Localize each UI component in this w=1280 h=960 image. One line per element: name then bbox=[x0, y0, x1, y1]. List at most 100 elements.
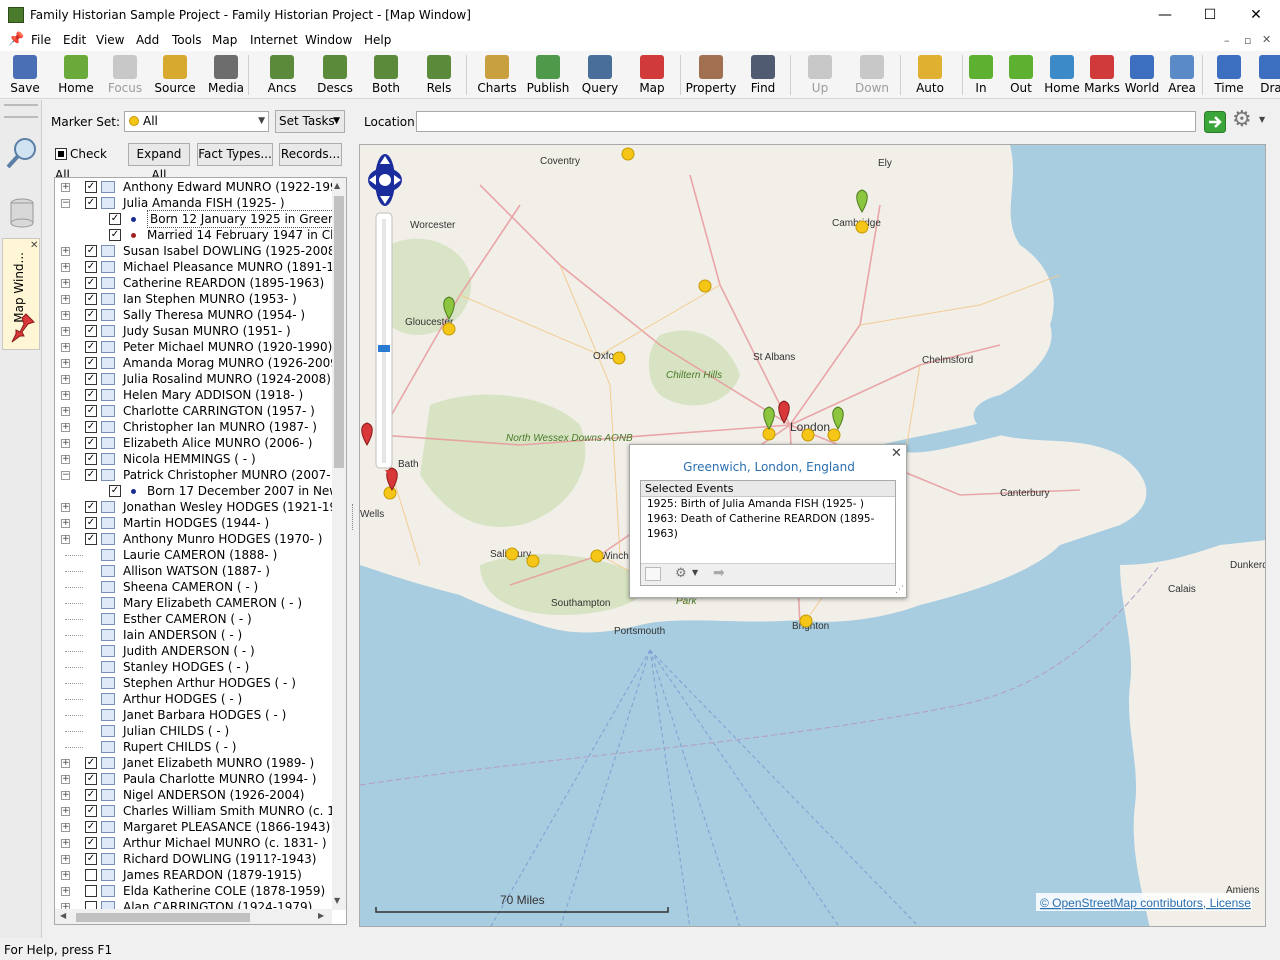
search-panel-icon[interactable] bbox=[5, 136, 39, 170]
popup-close-icon[interactable]: ✕ bbox=[891, 446, 902, 461]
database-icon[interactable] bbox=[9, 198, 35, 228]
event-marker[interactable] bbox=[505, 547, 519, 561]
attribution-link[interactable]: © OpenStreetMap contributors, License bbox=[1040, 896, 1251, 910]
toolbar-descs-button[interactable]: Descs bbox=[312, 53, 358, 97]
tree-record-row[interactable]: + ✓ Paula Charlotte MUNRO (1994- ) bbox=[55, 771, 331, 787]
toolbar-source-button[interactable]: Source bbox=[154, 53, 196, 97]
tree-record-row[interactable]: Mary Elizabeth CAMERON ( - ) bbox=[55, 595, 331, 611]
tree-scroll-thumb[interactable] bbox=[334, 196, 344, 468]
event-marker[interactable] bbox=[383, 486, 397, 500]
expand-icon[interactable]: + bbox=[61, 823, 70, 832]
gear-icon[interactable]: ⚙ bbox=[675, 566, 687, 581]
tree-record-row[interactable]: + ✓ Margaret PLEASANCE (1866-1943) bbox=[55, 819, 331, 835]
toolbar-both-button[interactable]: Both bbox=[365, 53, 407, 97]
record-checkbox[interactable]: ✓ bbox=[85, 373, 97, 385]
go-arrow-icon[interactable] bbox=[1204, 111, 1226, 133]
toolbar-up-button[interactable]: Up bbox=[800, 53, 840, 97]
collapse-icon[interactable]: − bbox=[61, 199, 70, 208]
event-marker[interactable] bbox=[801, 428, 815, 442]
tree-record-row[interactable]: Sheena CAMERON ( - ) bbox=[55, 579, 331, 595]
expand-icon[interactable]: + bbox=[61, 439, 70, 448]
tree-record-row[interactable]: + ✓ Judy Susan MUNRO (1951- ) bbox=[55, 323, 331, 339]
record-checkbox[interactable]: ✓ bbox=[85, 757, 97, 769]
toolbar-save-button[interactable]: Save bbox=[6, 53, 44, 97]
check-all-control[interactable]: Check All bbox=[54, 143, 122, 182]
tree-record-row[interactable]: Janet Barbara HODGES ( - ) bbox=[55, 707, 331, 723]
expand-icon[interactable]: + bbox=[61, 183, 70, 192]
event-marker[interactable] bbox=[590, 549, 604, 563]
tree-record-row[interactable]: + ✓ Ian Stephen MUNRO (1953- ) bbox=[55, 291, 331, 307]
record-checkbox[interactable]: ✓ bbox=[85, 533, 97, 545]
tree-record-row[interactable]: Judith ANDERSON ( - ) bbox=[55, 643, 331, 659]
tree-record-row[interactable]: + ✓ Anthony Edward MUNRO (1922-1998) bbox=[55, 179, 346, 195]
event-item[interactable]: 1963: Death of Catherine REARDON (1895-1… bbox=[641, 512, 895, 542]
record-checkbox[interactable]: ✓ bbox=[85, 821, 97, 833]
record-checkbox[interactable]: ✓ bbox=[85, 277, 97, 289]
expand-icon[interactable]: + bbox=[61, 311, 70, 320]
record-checkbox[interactable]: ✓ bbox=[85, 773, 97, 785]
records-button[interactable]: Records... bbox=[279, 143, 342, 166]
expand-icon[interactable]: + bbox=[61, 247, 70, 256]
event-marker[interactable] bbox=[827, 428, 841, 442]
menu-file[interactable]: File bbox=[31, 33, 51, 47]
fact-types-button[interactable]: Fact Types... bbox=[197, 143, 273, 166]
record-checkbox[interactable]: ✓ bbox=[85, 181, 97, 193]
expand-icon[interactable]: + bbox=[61, 871, 70, 880]
expand-icon[interactable]: + bbox=[61, 391, 70, 400]
record-checkbox[interactable]: ✓ bbox=[85, 453, 97, 465]
tree-record-row[interactable]: + ✓ Amanda Morag MUNRO (1926-2009) bbox=[55, 355, 343, 371]
toolbar-ancs-button[interactable]: Ancs bbox=[260, 53, 304, 97]
tree-record-row[interactable]: + ✓ Anthony Munro HODGES (1970- ) bbox=[55, 531, 331, 547]
chevron-down-icon[interactable]: ▼ bbox=[692, 568, 698, 577]
expand-icon[interactable]: + bbox=[61, 423, 70, 432]
tree-record-row[interactable]: + ✓ Michael Pleasance MUNRO (1891-19 bbox=[55, 259, 342, 275]
record-checkbox[interactable]: ✓ bbox=[85, 517, 97, 529]
toolbar-focus-button[interactable]: Focus bbox=[106, 53, 144, 97]
mdi-minimize-button[interactable]: – bbox=[1224, 34, 1230, 47]
expand-icon[interactable]: + bbox=[61, 407, 70, 416]
panel-splitter[interactable] bbox=[349, 144, 357, 934]
expand-icon[interactable]: + bbox=[61, 263, 70, 272]
resize-grip-icon[interactable]: ⋰ bbox=[895, 585, 904, 595]
tree-hscroll-thumb[interactable] bbox=[76, 913, 250, 922]
select-icon[interactable] bbox=[645, 567, 661, 581]
tree-record-row[interactable]: + ✓ Catherine REARDON (1895-1963) bbox=[55, 275, 331, 291]
record-checkbox[interactable]: ✓ bbox=[109, 485, 121, 497]
tree-record-row[interactable]: + Elda Katherine COLE (1878-1959) bbox=[55, 883, 331, 899]
close-window-button[interactable]: ✕ bbox=[1233, 0, 1279, 31]
record-checkbox[interactable]: ✓ bbox=[85, 325, 97, 337]
tree-record-row[interactable]: + ✓ Martin HODGES (1944- ) bbox=[55, 515, 331, 531]
expand-icon[interactable]: + bbox=[61, 855, 70, 864]
tree-record-row[interactable]: + ✓ Janet Elizabeth MUNRO (1989- ) bbox=[55, 755, 331, 771]
expand-icon[interactable]: + bbox=[61, 791, 70, 800]
tree-record-row[interactable]: + ✓ Charles William Smith MUNRO (c. 18 bbox=[55, 803, 343, 819]
toolbar-rels-button[interactable]: Rels bbox=[418, 53, 460, 97]
event-marker[interactable] bbox=[855, 220, 869, 234]
expand-icon[interactable]: + bbox=[61, 455, 70, 464]
tree-record-row[interactable]: Julian CHILDS ( - ) bbox=[55, 723, 331, 739]
menu-edit[interactable]: Edit bbox=[63, 33, 86, 47]
scroll-down-icon[interactable]: ▼ bbox=[334, 896, 340, 905]
toolbar-home-button[interactable]: Home bbox=[1043, 53, 1081, 97]
scroll-left-icon[interactable]: ◀ bbox=[60, 911, 66, 920]
record-checkbox[interactable]: ✓ bbox=[85, 245, 97, 257]
record-checkbox[interactable]: ✓ bbox=[85, 389, 97, 401]
expand-icon[interactable]: + bbox=[61, 759, 70, 768]
record-checkbox[interactable]: ✓ bbox=[85, 789, 97, 801]
maximize-button[interactable]: ☐ bbox=[1187, 0, 1233, 31]
record-checkbox[interactable]: ✓ bbox=[85, 437, 97, 449]
record-checkbox[interactable]: ✓ bbox=[85, 405, 97, 417]
tree-record-row[interactable]: + ✓ Nicola HEMMINGS ( - ) bbox=[55, 451, 331, 467]
tree-record-row[interactable]: + ✓ Helen Mary ADDISON (1918- ) bbox=[55, 387, 331, 403]
tree-record-row[interactable]: + ✓ Jonathan Wesley HODGES (1921-194 bbox=[55, 499, 345, 515]
menu-view[interactable]: View bbox=[96, 33, 124, 47]
toolbar-auto-button[interactable]: Auto bbox=[910, 53, 950, 97]
tree-record-row[interactable]: + ✓ Arthur Michael MUNRO (c. 1831- ) bbox=[55, 835, 331, 851]
record-checkbox[interactable]: ✓ bbox=[85, 293, 97, 305]
tree-record-row[interactable]: − ✓ Julia Amanda FISH (1925- ) bbox=[55, 195, 331, 211]
menu-internet[interactable]: Internet bbox=[250, 33, 298, 47]
tree-record-row[interactable]: Stephen Arthur HODGES ( - ) bbox=[55, 675, 331, 691]
expand-all-button[interactable]: Expand All bbox=[128, 143, 190, 182]
tree-record-row[interactable]: Laurie CAMERON (1888- ) bbox=[55, 547, 331, 563]
tree-fact-row[interactable]: ✓ Born 17 December 2007 in New bbox=[55, 483, 339, 499]
